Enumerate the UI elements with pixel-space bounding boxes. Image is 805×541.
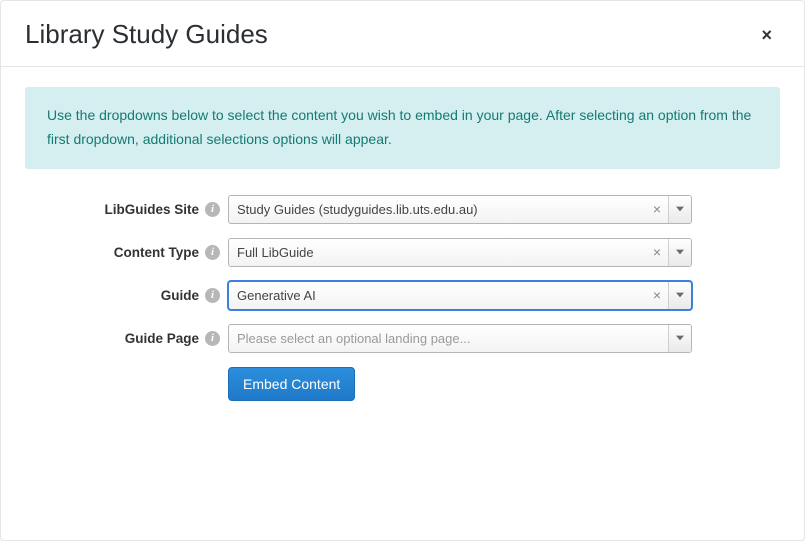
- chevron-down-icon[interactable]: [668, 239, 691, 266]
- clear-icon[interactable]: ×: [646, 239, 668, 266]
- label-guide: Guide i: [25, 288, 228, 303]
- clear-icon[interactable]: ×: [646, 282, 668, 309]
- embed-content-button[interactable]: Embed Content: [228, 367, 355, 401]
- select-content-type[interactable]: Full LibGuide ×: [228, 238, 692, 267]
- row-actions: Embed Content: [25, 367, 780, 401]
- label-libguides-site: LibGuides Site i: [25, 202, 228, 217]
- info-icon[interactable]: i: [205, 245, 220, 260]
- row-libguides-site: LibGuides Site i Study Guides (studyguid…: [25, 195, 780, 224]
- control-libguides-site: Study Guides (studyguides.lib.uts.edu.au…: [228, 195, 692, 224]
- row-guide: Guide i Generative AI ×: [25, 281, 780, 310]
- info-icon[interactable]: i: [205, 331, 220, 346]
- select-libguides-site[interactable]: Study Guides (studyguides.lib.uts.edu.au…: [228, 195, 692, 224]
- control-content-type: Full LibGuide ×: [228, 238, 692, 267]
- label-content-type: Content Type i: [25, 245, 228, 260]
- row-guide-page: Guide Page i Please select an optional l…: [25, 324, 780, 353]
- label-text: Content Type: [114, 245, 199, 260]
- instruction-banner: Use the dropdowns below to select the co…: [25, 87, 780, 169]
- close-button[interactable]: ×: [753, 22, 780, 48]
- select-guide-page[interactable]: Please select an optional landing page..…: [228, 324, 692, 353]
- label-guide-page: Guide Page i: [25, 331, 228, 346]
- chevron-down-icon[interactable]: [668, 282, 691, 309]
- modal-header: Library Study Guides ×: [1, 1, 804, 67]
- control-guide: Generative AI ×: [228, 281, 692, 310]
- control-guide-page: Please select an optional landing page..…: [228, 324, 692, 353]
- page-title: Library Study Guides: [25, 19, 268, 50]
- info-icon[interactable]: i: [205, 202, 220, 217]
- label-text: Guide: [161, 288, 199, 303]
- row-content-type: Content Type i Full LibGuide ×: [25, 238, 780, 267]
- clear-icon[interactable]: ×: [646, 196, 668, 223]
- select-value: Study Guides (studyguides.lib.uts.edu.au…: [229, 196, 646, 223]
- label-text: LibGuides Site: [104, 202, 199, 217]
- control-actions: Embed Content: [228, 367, 692, 401]
- chevron-down-icon[interactable]: [668, 325, 691, 352]
- select-placeholder: Please select an optional landing page..…: [229, 325, 668, 352]
- label-text: Guide Page: [125, 331, 199, 346]
- close-icon: ×: [761, 25, 772, 45]
- select-guide[interactable]: Generative AI ×: [228, 281, 692, 310]
- select-value: Generative AI: [229, 282, 646, 309]
- chevron-down-icon[interactable]: [668, 196, 691, 223]
- modal-body: Use the dropdowns below to select the co…: [1, 67, 804, 540]
- modal-library-study-guides: Library Study Guides × Use the dropdowns…: [0, 0, 805, 541]
- select-value: Full LibGuide: [229, 239, 646, 266]
- info-icon[interactable]: i: [205, 288, 220, 303]
